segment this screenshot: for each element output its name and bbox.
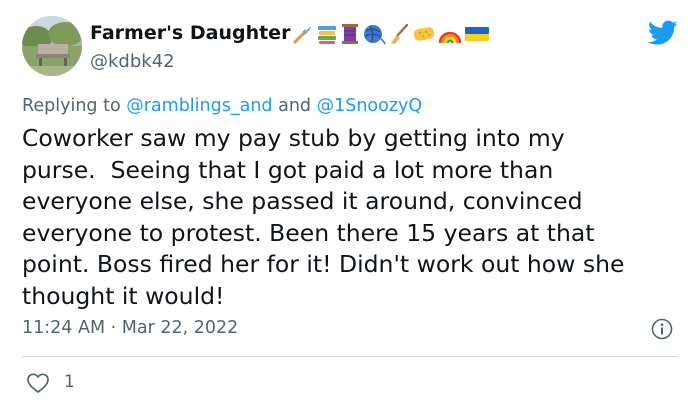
mention-link-ramblings[interactable]: @ramblings_and (126, 96, 272, 116)
replying-joiner: and (272, 96, 317, 116)
sponge-icon (413, 27, 435, 41)
heart-icon[interactable] (26, 372, 50, 394)
tweet-card: Farmer's Daughter @kdbk42 Replying to @r… (0, 0, 700, 410)
ukraine-flag-icon (465, 27, 489, 41)
mention-link-snoozy[interactable]: @1SnoozyQ (317, 96, 423, 116)
name-emoji-row (292, 21, 490, 47)
twitter-bird-icon[interactable] (648, 20, 678, 46)
display-name[interactable]: Farmer's Daughter (90, 22, 290, 44)
spool-of-thread-icon (342, 24, 358, 44)
replying-to-line: Replying to @ramblings_and and @1SnoozyQ (22, 96, 422, 116)
user-handle[interactable]: @kdbk42 (90, 51, 175, 72)
avatar[interactable] (22, 16, 82, 76)
like-count: 1 (64, 372, 75, 392)
replying-to-label: Replying to (22, 96, 127, 116)
tweet-text: Coworker saw my pay stub by getting into… (22, 124, 625, 310)
info-icon[interactable] (651, 318, 673, 340)
broom-icon (391, 23, 409, 44)
tweet-timestamp[interactable]: 11:24 AM · Mar 22, 2022 (22, 318, 238, 338)
divider (22, 356, 678, 357)
paintbrush-icon (293, 26, 311, 44)
books-icon (318, 26, 336, 44)
yarn-ball-icon (364, 25, 386, 45)
rainbow-icon (438, 31, 462, 44)
